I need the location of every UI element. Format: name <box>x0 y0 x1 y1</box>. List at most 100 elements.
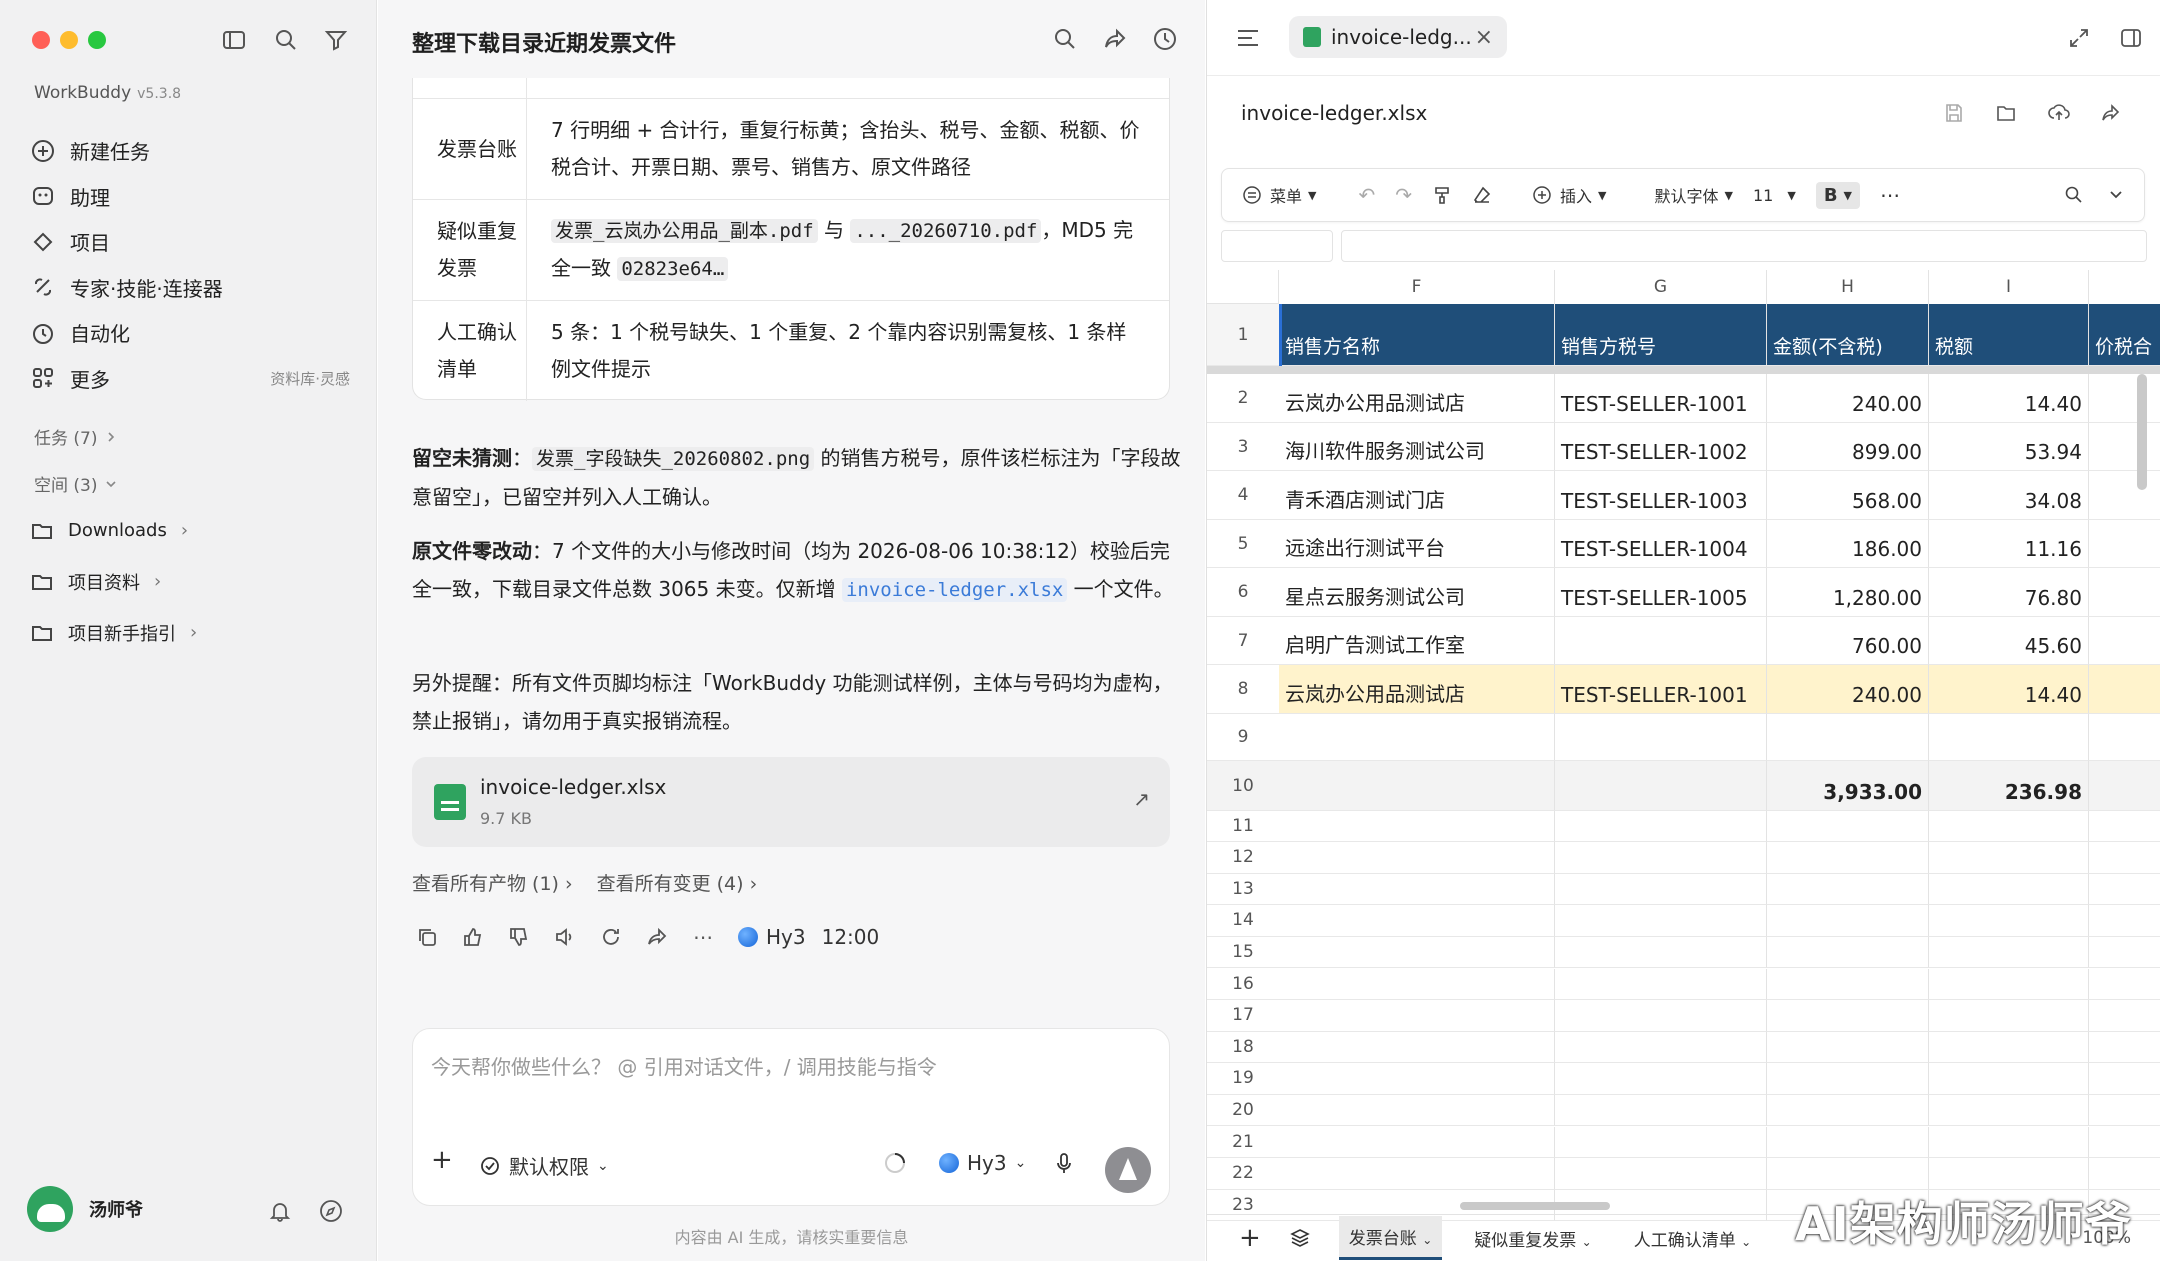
expand-icon[interactable] <box>2067 26 2091 50</box>
table-cell[interactable] <box>2089 617 2160 665</box>
total-cell[interactable]: 236.98 <box>1929 760 2089 811</box>
close-icon[interactable]: × <box>1475 25 1493 50</box>
file-link[interactable]: invoice-ledger.xlsx <box>841 578 1068 602</box>
table-cell[interactable] <box>1767 1094 1929 1127</box>
table-cell[interactable] <box>1767 713 1929 761</box>
send-button[interactable] <box>1105 1147 1151 1193</box>
row-header[interactable]: 13 <box>1207 874 1279 906</box>
table-cell[interactable] <box>2089 1095 2160 1127</box>
table-cell[interactable] <box>1929 905 2089 937</box>
table-cell[interactable] <box>1929 713 2089 761</box>
model-select[interactable]: Hy3 ⌄ <box>939 1151 1026 1175</box>
row-header[interactable]: 20 <box>1207 1095 1279 1127</box>
table-cell[interactable] <box>1929 873 2089 906</box>
table-cell[interactable] <box>2089 714 2160 761</box>
table-cell[interactable] <box>1279 1094 1555 1127</box>
table-cell[interactable] <box>2089 969 2160 1001</box>
table-cell[interactable] <box>2089 471 2160 520</box>
row-header[interactable]: 4 <box>1207 471 1279 520</box>
row-header[interactable]: 3 <box>1207 423 1279 471</box>
table-cell[interactable] <box>1929 1158 2089 1190</box>
more-icon[interactable]: ⋯ <box>688 922 718 952</box>
table-cell[interactable]: 海川软件服务测试公司 <box>1279 422 1555 471</box>
zoom-window-button[interactable] <box>88 31 106 49</box>
row-header[interactable]: 7 <box>1207 617 1279 665</box>
table-cell[interactable]: TEST-SELLER-1002 <box>1555 422 1767 471</box>
row-header[interactable]: 18 <box>1207 1032 1279 1064</box>
table-cell[interactable] <box>1767 810 1929 843</box>
table-cell[interactable] <box>1555 968 1767 1001</box>
vertical-scrollbar[interactable] <box>2137 374 2147 490</box>
table-cell[interactable] <box>1929 810 2089 843</box>
table-cell[interactable] <box>1279 1000 1555 1032</box>
menu-lines-icon[interactable] <box>1235 26 1261 50</box>
table-cell[interactable] <box>1555 1000 1767 1032</box>
total-cell[interactable] <box>1279 760 1555 811</box>
table-cell[interactable] <box>1767 842 1929 874</box>
row-header[interactable]: 6 <box>1207 568 1279 617</box>
table-cell[interactable]: 76.80 <box>1929 568 2089 617</box>
nav-assistant[interactable]: 助理 <box>30 174 350 220</box>
table-cell[interactable] <box>1767 1063 1929 1095</box>
sheet-tab-manual-check[interactable]: 人工确认清单 ⌄ <box>1624 1218 1761 1259</box>
table-cell[interactable] <box>2089 874 2160 906</box>
table-cell[interactable] <box>2089 423 2160 471</box>
font-select[interactable]: 默认字体 ▼ <box>1655 183 1733 207</box>
table-cell[interactable]: 云岚办公用品测试店 <box>1279 665 1555 714</box>
table-cell[interactable] <box>2089 374 2160 423</box>
column-header[interactable]: H <box>1767 270 1929 304</box>
table-cell[interactable] <box>2089 842 2160 874</box>
table-cell[interactable]: 青禾酒店测试门店 <box>1279 471 1555 520</box>
table-cell[interactable]: 53.94 <box>1929 422 2089 471</box>
sidebar-toggle-icon[interactable] <box>220 26 248 54</box>
thumbs-down-icon[interactable] <box>504 922 534 952</box>
row-header[interactable]: 11 <box>1207 811 1279 843</box>
table-cell[interactable] <box>1555 936 1767 969</box>
bold-button[interactable]: B ▼ <box>1815 181 1861 209</box>
folder-downloads[interactable]: Downloads › <box>30 505 350 556</box>
table-cell[interactable] <box>1279 873 1555 906</box>
spaces-section[interactable]: 空间 (3) <box>34 471 117 496</box>
column-header[interactable]: I <box>1929 270 2089 304</box>
table-cell[interactable] <box>1929 968 2089 1001</box>
search-icon[interactable] <box>272 26 300 54</box>
table-cell[interactable] <box>1555 1094 1767 1127</box>
font-size-select[interactable]: 11 ▼ <box>1753 186 1796 205</box>
table-cell[interactable] <box>1555 616 1767 665</box>
table-cell[interactable] <box>1555 713 1767 761</box>
search-icon[interactable] <box>1051 25 1079 53</box>
table-cell[interactable] <box>1767 936 1929 969</box>
table-cell[interactable] <box>1279 1126 1555 1159</box>
header-cell[interactable]: 价税合 <box>2089 304 2160 366</box>
upload-cloud-icon[interactable] <box>2047 100 2071 124</box>
table-cell[interactable] <box>1767 1031 1929 1064</box>
table-cell[interactable] <box>1929 842 2089 874</box>
filter-icon[interactable] <box>322 26 350 54</box>
sheet-tab-ledger[interactable]: 发票台账 ⌄ <box>1338 1216 1443 1260</box>
table-cell[interactable]: 45.60 <box>1929 616 2089 665</box>
tasks-section[interactable]: 任务 (7) <box>34 424 117 449</box>
table-cell[interactable] <box>1555 1126 1767 1159</box>
table-cell[interactable] <box>1929 1031 2089 1064</box>
table-cell[interactable] <box>1279 905 1555 937</box>
table-cell[interactable] <box>1767 873 1929 906</box>
file-tab[interactable]: invoice-ledg... × <box>1289 16 1507 58</box>
table-cell[interactable] <box>2089 905 2160 937</box>
total-cell[interactable] <box>1555 760 1767 811</box>
table-cell[interactable] <box>2089 1127 2160 1159</box>
table-cell[interactable]: TEST-SELLER-1005 <box>1555 568 1767 617</box>
eraser-icon[interactable] <box>1472 185 1492 205</box>
column-header-partial[interactable] <box>2089 270 2160 304</box>
nav-more[interactable]: 更多 资料库·灵感 <box>30 356 350 402</box>
layers-icon[interactable] <box>1289 1227 1311 1249</box>
formula-bar[interactable] <box>1341 230 2147 262</box>
table-cell[interactable] <box>2089 665 2160 714</box>
table-cell[interactable]: 11.16 <box>1929 519 2089 568</box>
column-header[interactable]: G <box>1555 270 1767 304</box>
table-cell[interactable] <box>1767 1000 1929 1032</box>
table-cell[interactable] <box>2089 937 2160 969</box>
header-cell[interactable]: 金额(不含税) <box>1767 304 1929 366</box>
table-cell[interactable] <box>1555 905 1767 937</box>
select-all-corner[interactable] <box>1207 270 1279 304</box>
nav-new-task[interactable]: 新建任务 <box>30 128 350 174</box>
